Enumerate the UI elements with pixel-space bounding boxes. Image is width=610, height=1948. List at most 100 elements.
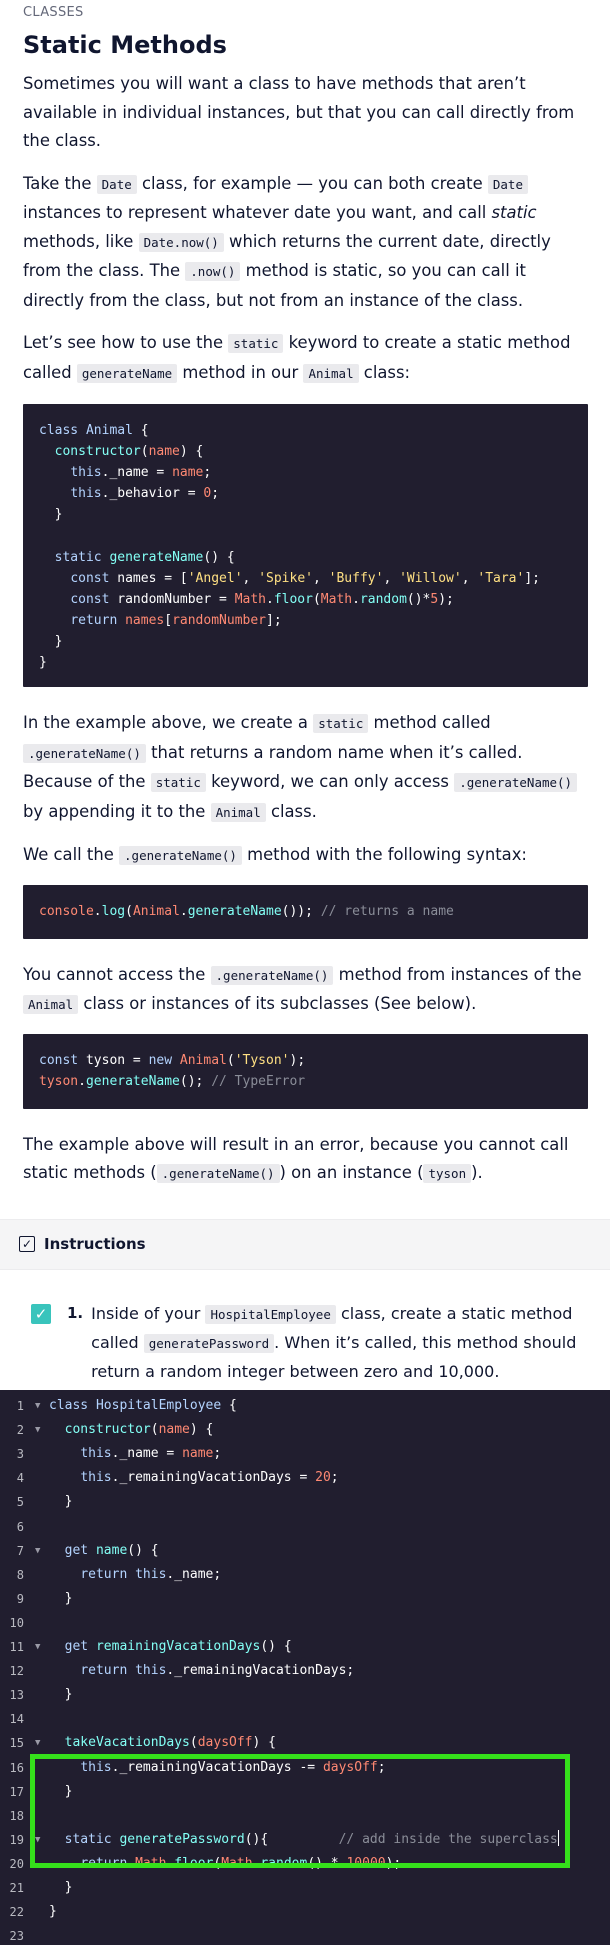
- line-number: 8: [16, 1567, 24, 1582]
- editor-line[interactable]: 22}: [0, 1900, 610, 1924]
- editor-line[interactable]: 4 this._remainingVacationDays = 20;: [0, 1466, 610, 1490]
- editor-line[interactable]: 6: [0, 1515, 610, 1539]
- code-token: HospitalEmployee: [95, 1398, 222, 1413]
- paragraph-intro: Sometimes you will want a class to have …: [23, 74, 575, 150]
- lesson-title: Static Methods: [23, 31, 227, 59]
- editor-line[interactable]: 8 return this._name;: [0, 1563, 610, 1587]
- fold-arrow-icon[interactable]: ▼: [35, 1635, 40, 1659]
- code-token: ;: [211, 486, 220, 502]
- code-token: ) {: [179, 444, 204, 460]
- inline-code: .generateName(): [119, 846, 242, 865]
- code-line: const names = ['Angel', 'Spike', 'Buffy'…: [39, 568, 572, 589]
- code-token: );: [289, 1052, 306, 1068]
- code-token: ._remainingVacationDays =: [111, 1470, 316, 1486]
- line-number: 21: [9, 1881, 24, 1895]
- code-token: () {: [127, 1542, 159, 1558]
- editor-line[interactable]: 2 ▼ constructor(name) {: [0, 1418, 610, 1442]
- inline-code: generateName: [76, 363, 178, 383]
- fold-arrow-icon[interactable]: ▼: [35, 1394, 40, 1418]
- code-token: Math: [234, 591, 266, 607]
- code-token: randomNumber =: [117, 591, 235, 607]
- inline-code: static: [150, 773, 206, 792]
- code-line: const tyson = new Animal('Tyson');: [39, 1050, 572, 1071]
- inline-code: Date: [487, 174, 528, 194]
- editor-line[interactable]: 13 }: [0, 1683, 610, 1707]
- line-number: 1: [16, 1399, 24, 1413]
- code-token: (: [140, 444, 149, 460]
- editor-line[interactable]: 7 ▼ get name() {: [0, 1539, 610, 1563]
- code-token: (: [226, 1052, 235, 1068]
- instructions-header[interactable]: ✓ Instructions: [0, 1218, 610, 1270]
- editor-line[interactable]: 3 this._name = name;: [0, 1442, 610, 1466]
- fold-arrow-icon[interactable]: ▼: [35, 1418, 40, 1442]
- line-number: 23: [9, 1929, 24, 1944]
- code-line: class Animal {: [39, 420, 572, 441]
- line-source: return this._name;: [49, 1563, 221, 1587]
- editor-line[interactable]: 9 }: [0, 1587, 610, 1611]
- code-token: tyson: [39, 1073, 79, 1089]
- code-token: 'Willow': [399, 570, 462, 586]
- code-token: 'Spike': [258, 570, 313, 586]
- code-token: console: [39, 903, 94, 919]
- instructions-title: Instructions: [44, 1235, 146, 1253]
- line-source: }: [49, 1900, 57, 1924]
- line-source: return this._remainingVacationDays;: [49, 1659, 354, 1683]
- editor-line[interactable]: 1 ▼ class HospitalEmployee {: [0, 1394, 610, 1418]
- editor-line[interactable]: 11 ▼ get remainingVacationDays() {: [0, 1635, 610, 1659]
- code-editor[interactable]: 1 ▼ class HospitalEmployee {2 ▼ constructor…: [0, 1390, 610, 1945]
- line-number: 15: [9, 1736, 24, 1751]
- code-token: this: [70, 486, 102, 502]
- code-token: 'Buffy': [328, 570, 384, 586]
- fold-arrow-icon[interactable]: ▼: [35, 1539, 40, 1563]
- line-number: 9: [16, 1591, 24, 1606]
- code-token: ._name =: [101, 465, 173, 481]
- code-token: 'Angel': [187, 570, 243, 586]
- inline-code: .generateName(): [454, 773, 578, 792]
- editor-line[interactable]: 23: [0, 1924, 610, 1948]
- inline-code: static: [313, 714, 369, 733]
- code-token: ];: [524, 570, 540, 586]
- editor-line[interactable]: 15 ▼ takeVacationDays(daysOff) {: [0, 1731, 610, 1755]
- line-number: 10: [9, 1615, 24, 1630]
- code-line: this._name = name;: [39, 462, 572, 483]
- code-token: get: [64, 1542, 96, 1558]
- line-source: class HospitalEmployee {: [49, 1394, 237, 1418]
- line-number: 6: [16, 1519, 24, 1534]
- editor-line[interactable]: 21 }: [0, 1876, 610, 1900]
- line-source: constructor(name) {: [49, 1418, 214, 1442]
- line-number: 13: [9, 1688, 24, 1703]
- editor-line[interactable]: 10: [0, 1611, 610, 1635]
- paragraph-date-example: Take the Date class, for example — you c…: [23, 173, 551, 310]
- code-token: Animal: [85, 423, 133, 438]
- line-number: 22: [9, 1905, 24, 1920]
- editor-line[interactable]: 12 return this._remainingVacationDays;: [0, 1659, 610, 1683]
- code-token: }: [39, 507, 63, 523]
- editor-line[interactable]: 5 }: [0, 1490, 610, 1514]
- code-token: this: [80, 1446, 112, 1462]
- inline-code: tyson: [423, 1164, 472, 1183]
- inline-code: .generateName(): [23, 743, 146, 763]
- code-line: const randomNumber = Math.floor(Math.ran…: [39, 589, 572, 610]
- fold-arrow-icon[interactable]: ▼: [35, 1731, 40, 1755]
- code-token: floor: [273, 591, 313, 607]
- code-token: Animal: [132, 903, 180, 919]
- code-token: ,: [383, 570, 400, 586]
- paragraph-example-explanation: In the example above, we create a static…: [23, 709, 588, 827]
- editor-line[interactable]: 14: [0, 1707, 610, 1731]
- code-token: daysOff: [197, 1735, 253, 1751]
- code-example-animal-class: class Animal { constructor(name) { this.…: [23, 404, 588, 687]
- code-token: (: [189, 1735, 198, 1751]
- code-token: {: [221, 1398, 237, 1413]
- code-token: randomNumber: [172, 612, 266, 628]
- code-token: ) {: [252, 1735, 276, 1751]
- code-token: name: [158, 1422, 190, 1438]
- code-token: ) {: [189, 1422, 214, 1438]
- code-token: generateName: [85, 1073, 180, 1089]
- code-token: return this: [80, 1663, 167, 1679]
- code-token: (: [125, 903, 133, 919]
- code-token: return: [70, 612, 126, 628]
